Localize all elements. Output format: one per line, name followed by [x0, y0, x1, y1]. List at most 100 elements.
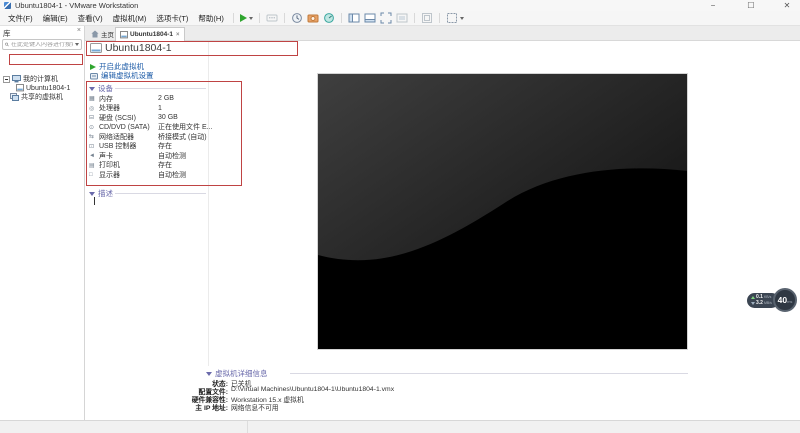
sidebar-panel-icon	[348, 13, 360, 23]
device-value: 自动检测	[158, 152, 186, 160]
wrench-icon	[90, 72, 98, 79]
detail-label-primary-ip: 主 IP 地址:	[195, 405, 228, 412]
vm-console-icon	[120, 30, 128, 38]
search-icon	[5, 42, 9, 47]
section-rule	[290, 373, 688, 374]
library-close-icon[interactable]: ×	[77, 27, 81, 34]
device-row-hard-disk[interactable]: ⊟ 硬盘 (SCSI) 30 GB	[89, 113, 241, 122]
power-dropdown-caret-icon	[248, 16, 253, 20]
menu-file[interactable]: 文件(F)	[3, 13, 38, 24]
tree-item-shared-vms[interactable]: 共享的虚拟机	[10, 92, 63, 102]
device-label: 内存	[99, 95, 113, 103]
show-library-button[interactable]	[348, 12, 360, 24]
vm-title: Ubuntu1804-1	[105, 42, 172, 54]
hard-disk-icon: ⊟	[89, 115, 95, 121]
tab-vm-label: Ubuntu1804-1	[130, 31, 173, 38]
device-label: 显示器	[99, 171, 120, 179]
device-row-usb-controller[interactable]: ⊡ USB 控制器 存在	[89, 142, 241, 151]
layout-dropdown-button[interactable]	[446, 12, 464, 24]
description-text-cursor[interactable]	[94, 197, 95, 205]
device-value: 存在	[158, 162, 172, 169]
vmware-logo-icon	[4, 2, 11, 9]
minimize-button[interactable]: −	[700, 0, 726, 11]
vmware-workstation-window: Ubuntu1804-1 - VMware Workstation − ☐ ✕ …	[0, 0, 800, 433]
menu-vm[interactable]: 虚拟机(M)	[108, 13, 152, 24]
console-view-button[interactable]	[421, 12, 433, 24]
menu-toolbar: 文件(F) 编辑(E) 查看(V) 虚拟机(M) 选项卡(T) 帮助(H)	[0, 11, 800, 26]
take-snapshot-button[interactable]	[291, 12, 303, 24]
camera-icon	[307, 14, 319, 23]
device-row-printer[interactable]: ▤ 打印机 存在	[89, 161, 241, 170]
toolbar-separator	[258, 13, 260, 23]
menu-tabs[interactable]: 选项卡(T)	[151, 13, 193, 24]
description-section-header[interactable]: 描述	[89, 188, 113, 199]
fullscreen-icon	[380, 12, 392, 24]
toolbar-separator	[438, 13, 440, 23]
cd-dvd-icon: ⊙	[89, 124, 95, 131]
library-search[interactable]	[2, 39, 82, 50]
device-row-memory[interactable]: ▦ 内存 2 GB	[89, 94, 241, 103]
vm-screen-thumbnail[interactable]	[317, 73, 688, 350]
device-value: 2 GB	[158, 95, 174, 102]
device-value: 30 GB	[158, 114, 178, 121]
tab-vm-close-icon[interactable]: ×	[176, 32, 180, 38]
menu-view[interactable]: 查看(V)	[73, 13, 108, 24]
tab-vm-ubuntu1804-1[interactable]: Ubuntu1804-1 ×	[115, 27, 185, 41]
download-speed-value: 3.2	[756, 300, 763, 306]
play-icon	[90, 63, 96, 70]
console-view-icon	[421, 13, 432, 23]
show-thumbnail-bar-button[interactable]	[364, 12, 376, 24]
library-title: 库	[3, 29, 11, 38]
devices-section-header[interactable]: 设备	[89, 83, 113, 94]
device-value: 正在使用文件 E...	[158, 124, 213, 131]
snapshot-manager-button[interactable]	[323, 12, 335, 24]
device-label: 打印机	[99, 162, 120, 169]
library-sidebar: 库 × 我的计算机 Ubuntu1804-1 共享的虚拟机	[0, 26, 85, 420]
section-rule	[115, 193, 206, 194]
device-value: 自动检测	[158, 171, 186, 179]
unity-mode-button[interactable]	[396, 12, 408, 24]
memory-icon: ▦	[89, 96, 95, 102]
device-row-display[interactable]: □ 显示器 自动检测	[89, 170, 241, 179]
detail-value-primary-ip: 网络信息不可用	[231, 405, 279, 412]
device-row-network-adapter[interactable]: ⇆ 网络适配器 桥接模式 (自动)	[89, 132, 241, 141]
device-label: 网络适配器	[99, 133, 134, 141]
device-row-processors[interactable]: ◎ 处理器 1	[89, 104, 241, 113]
latency-value: 40	[777, 295, 788, 305]
sound-card-icon: ◄	[89, 152, 95, 159]
pane-divider[interactable]	[208, 41, 209, 366]
thumbnail-bar-icon	[364, 13, 376, 23]
layout-icon	[446, 13, 457, 23]
device-value: 1	[158, 104, 162, 112]
device-row-sound-card[interactable]: ◄ 声卡 自动检测	[89, 151, 241, 160]
device-row-cd-dvd[interactable]: ⊙ CD/DVD (SATA) 正在使用文件 E...	[89, 123, 241, 132]
fullscreen-button[interactable]	[380, 12, 392, 24]
usb-controller-icon: ⊡	[89, 143, 95, 150]
send-ctrl-alt-del-button[interactable]	[266, 12, 278, 24]
device-label: 声卡	[99, 152, 113, 160]
keyboard-icon	[266, 14, 278, 22]
close-button[interactable]: ✕	[774, 0, 800, 11]
latency-unit: ms	[787, 299, 793, 304]
toolbar-separator	[283, 13, 285, 23]
library-header: 库 ×	[0, 26, 84, 38]
menu-edit[interactable]: 编辑(E)	[38, 13, 73, 24]
maximize-button[interactable]: ☐	[738, 0, 764, 11]
device-value: 桥接模式 (自动)	[158, 133, 207, 141]
menu-help[interactable]: 帮助(H)	[193, 13, 228, 24]
revert-snapshot-button[interactable]	[307, 12, 319, 24]
latency-badge[interactable]: 40 ms	[773, 288, 797, 312]
detail-value-config-file: D:\Virtual Machines\Ubuntu1804-1\Ubuntu1…	[231, 386, 395, 393]
collapse-expander-icon	[3, 75, 10, 83]
device-label: USB 控制器	[99, 143, 137, 150]
processor-icon: ◎	[89, 105, 95, 112]
power-on-button[interactable]	[239, 14, 253, 22]
toolbar-separator	[232, 13, 234, 23]
status-bar	[0, 420, 800, 433]
window-title: Ubuntu1804-1 - VMware Workstation	[15, 1, 139, 10]
search-input[interactable]	[11, 41, 73, 48]
edit-settings-link[interactable]: 编辑虚拟机设置	[90, 70, 154, 81]
computer-icon	[12, 75, 21, 83]
network-adapter-icon: ⇆	[89, 134, 95, 140]
tree-item-label: Ubuntu1804-1	[26, 84, 71, 92]
